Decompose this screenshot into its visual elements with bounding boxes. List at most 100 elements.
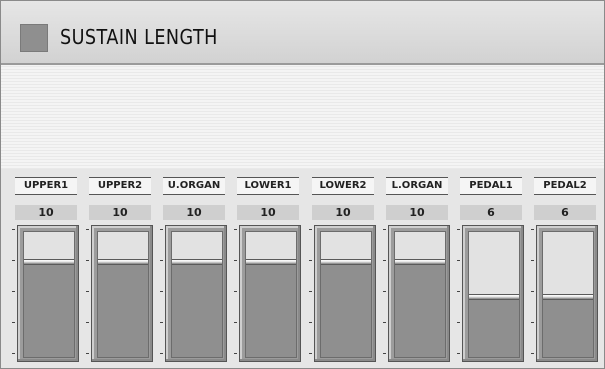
fader-track[interactable] (171, 231, 223, 358)
fader-fill (24, 262, 74, 357)
fader-fill (469, 297, 519, 357)
scale-tick (86, 322, 89, 323)
fader-handle[interactable] (543, 294, 593, 300)
title-bar: SUSTAIN LENGTH (1, 1, 604, 65)
scale-tick (12, 291, 15, 292)
fader-handle[interactable] (321, 259, 371, 265)
fader-handle[interactable] (395, 259, 445, 265)
fader-scale (309, 229, 312, 355)
channel-value: 10 (89, 205, 151, 220)
scale-tick (160, 229, 163, 230)
scale-tick (160, 260, 163, 261)
channel-value: 6 (460, 205, 522, 220)
channel-value: 10 (237, 205, 299, 220)
channel-value: 10 (386, 205, 448, 220)
scale-tick (531, 291, 534, 292)
channel-pedal1: PEDAL1 6 (457, 171, 526, 366)
fader[interactable] (388, 225, 450, 362)
fader-scale (457, 229, 460, 355)
scale-tick (531, 229, 534, 230)
fader-scale (383, 229, 386, 355)
scale-tick (86, 291, 89, 292)
channel-label: L.ORGAN (386, 177, 448, 195)
scale-tick (12, 322, 15, 323)
scale-tick (309, 353, 312, 354)
scale-tick (531, 353, 534, 354)
scale-tick (309, 260, 312, 261)
fader-empty-region (172, 232, 222, 262)
channel-label: PEDAL1 (460, 177, 522, 195)
channel-label: UPPER1 (15, 177, 77, 195)
fader[interactable] (536, 225, 598, 362)
scale-tick (86, 260, 89, 261)
fader-fill (246, 262, 296, 357)
fader-track[interactable] (97, 231, 149, 358)
fader[interactable] (165, 225, 227, 362)
fader-track[interactable] (394, 231, 446, 358)
fader[interactable] (462, 225, 524, 362)
fader-empty-region (98, 232, 148, 262)
fader[interactable] (239, 225, 301, 362)
scale-tick (86, 229, 89, 230)
fader-scale (160, 229, 163, 355)
fader-empty-region (395, 232, 445, 262)
fader-handle[interactable] (24, 259, 74, 265)
scale-tick (234, 322, 237, 323)
fader[interactable] (314, 225, 376, 362)
channel-u-organ: U.ORGAN 10 (160, 171, 229, 366)
fader-handle[interactable] (98, 259, 148, 265)
scale-tick (383, 229, 386, 230)
fader-track[interactable] (245, 231, 297, 358)
fader-track[interactable] (320, 231, 372, 358)
fader[interactable] (17, 225, 79, 362)
fader-handle[interactable] (469, 294, 519, 300)
scale-tick (531, 322, 534, 323)
channel-value: 10 (163, 205, 225, 220)
fader-fill (395, 262, 445, 357)
fader-scale (531, 229, 534, 355)
scale-tick (160, 322, 163, 323)
page-title: SUSTAIN LENGTH (60, 25, 218, 49)
scale-tick (531, 260, 534, 261)
channel-value: 10 (312, 205, 374, 220)
fader-scale (86, 229, 89, 355)
scale-tick (234, 291, 237, 292)
scale-tick (383, 260, 386, 261)
scale-tick (86, 353, 89, 354)
fader-fill (98, 262, 148, 357)
scale-tick (457, 322, 460, 323)
scale-tick (234, 353, 237, 354)
fader-scale (12, 229, 15, 355)
scale-tick (12, 353, 15, 354)
fader[interactable] (91, 225, 153, 362)
fader-fill (172, 262, 222, 357)
scale-tick (457, 229, 460, 230)
fader-fill (321, 262, 371, 357)
channel-label: LOWER1 (237, 177, 299, 195)
scale-tick (457, 353, 460, 354)
channel-label: PEDAL2 (534, 177, 596, 195)
fader-fill (543, 297, 593, 357)
fader-handle[interactable] (172, 259, 222, 265)
fader-empty-region (543, 232, 593, 297)
channel-l-organ: L.ORGAN 10 (383, 171, 452, 366)
scale-tick (234, 229, 237, 230)
scale-tick (12, 260, 15, 261)
channel-lower2: LOWER2 10 (309, 171, 378, 366)
fader-empty-region (321, 232, 371, 262)
fader-track[interactable] (23, 231, 75, 358)
channel-pedal2: PEDAL2 6 (531, 171, 600, 366)
channel-value: 10 (15, 205, 77, 220)
fader-scale (234, 229, 237, 355)
fader-track[interactable] (542, 231, 594, 358)
scale-tick (12, 229, 15, 230)
channel-label: U.ORGAN (163, 177, 225, 195)
title-square-icon (20, 24, 48, 52)
channel-upper2: UPPER2 10 (86, 171, 155, 366)
channel-value: 6 (534, 205, 596, 220)
scale-tick (309, 322, 312, 323)
fader-handle[interactable] (246, 259, 296, 265)
scale-tick (383, 322, 386, 323)
sustain-length-screen: SUSTAIN LENGTH UPPER1 10 UPPER2 10 U.ORGAN 10… (0, 0, 605, 369)
fader-track[interactable] (468, 231, 520, 358)
